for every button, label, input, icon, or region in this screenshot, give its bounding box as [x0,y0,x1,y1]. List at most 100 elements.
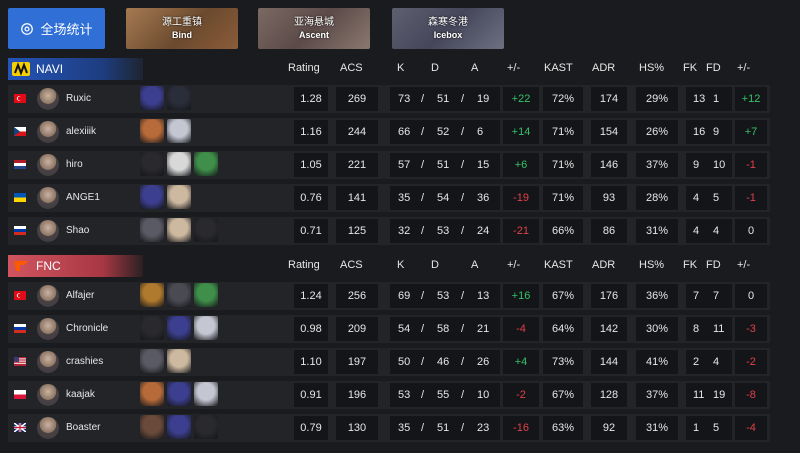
column-header: FD [706,62,721,74]
agent-icon [140,382,164,406]
kda-separator-1: / [421,126,425,138]
hs-cell: 37% [636,383,678,407]
column-header: HS% [639,259,665,271]
rating-cell: 0.79 [294,416,328,440]
adr-cell: 154 [591,120,627,144]
assists-value: 26 [477,356,490,368]
agent-icon [140,119,164,143]
hs-cell: 36% [636,284,678,308]
deaths-value: 46 [437,356,450,368]
column-header: +/- [737,62,751,74]
flag-us-icon [14,357,26,366]
map-tab-icebox[interactable]: 森寒冬港 Icebox [392,8,504,49]
agent-icon [167,283,191,307]
hs-cell: 26% [636,120,678,144]
fk-value: 7 [693,290,700,302]
fk-value: 13 [693,93,706,105]
flag-ru-icon [14,324,26,333]
player-name[interactable]: kaajak [66,389,95,400]
adr-cell: 146 [591,153,627,177]
map-tab-bind[interactable]: 源工重镇 Bind [126,8,238,49]
adr-cell: 174 [591,87,627,111]
agent-icon [167,86,191,110]
player-row: kaajak 0.91 196 53 / 55 / 10 -2 67% 128 37% 11 19 -8 [0,379,800,412]
column-header: ADR [592,62,616,74]
map-tab-en-label: Icebox [433,29,463,40]
fk-value: 1 [693,422,700,434]
kda-cell: 73 / 51 / 19 [390,87,500,111]
plus-minus-cell: -21 [503,219,539,243]
overall-stats-button[interactable]: 全场统计 [8,8,105,49]
player-name[interactable]: Alfajer [66,290,94,301]
agent-icon [140,283,164,307]
column-header: K [397,62,405,74]
agent-list [140,86,191,110]
kast-cell: 66% [543,219,583,243]
kda-separator-1: / [421,323,425,335]
agent-icon [140,316,164,340]
deaths-value: 53 [437,290,450,302]
fk-plus-minus-cell: +7 [735,120,767,144]
fd-value: 5 [713,422,720,434]
plus-minus-cell: +14 [503,120,539,144]
fk-fd-cell: 8 11 [686,317,732,341]
deaths-value: 54 [437,192,450,204]
kda-separator-2: / [461,225,465,237]
kda-separator-2: / [461,422,465,434]
fk-value: 9 [693,159,700,171]
player-name[interactable]: Shao [66,225,89,236]
player-name[interactable]: crashies [66,356,103,367]
avatar [37,417,59,439]
fk-plus-minus-cell: 0 [735,284,767,308]
team-name: NAVI [36,62,64,76]
player-name[interactable]: alexiiik [66,126,96,137]
acs-cell: 209 [336,317,378,341]
fk-fd-cell: 9 10 [686,153,732,177]
player-name[interactable]: ANGE1 [66,192,100,203]
rating-cell: 0.76 [294,186,328,210]
agent-icon [194,415,218,439]
column-header: Rating [288,259,320,271]
hs-cell: 30% [636,317,678,341]
player-row: Alfajer 1.24 256 69/53/13 +16 67% 176 36% 7 7 0 [0,280,800,313]
fd-value: 10 [713,159,726,171]
top-bar: 全场统计 源工重镇 Bind 亚海悬城 Ascent 森寒冬港 Icebox [0,0,800,56]
flag-tr-icon [14,94,26,103]
kda-separator-1: / [421,389,425,401]
acs-cell: 125 [336,219,378,243]
adr-cell: 142 [591,317,627,341]
kast-cell: 71% [543,153,583,177]
assists-value: 23 [477,422,490,434]
plus-minus-cell: -4 [503,317,539,341]
deaths-value: 53 [437,225,450,237]
map-tab-ascent[interactable]: 亚海悬城 Ascent [258,8,370,49]
player-name[interactable]: Ruxic [66,93,91,104]
assists-value: 6 [477,126,484,138]
acs-cell: 197 [336,350,378,374]
team-name: FNC [36,259,61,273]
player-name[interactable]: Chronicle [66,323,108,334]
column-header: ACS [340,62,363,74]
agent-icon [140,185,164,209]
deaths-value: 51 [437,93,450,105]
agent-list [140,119,191,143]
kda-separator-2: / [461,389,465,401]
fk-plus-minus-cell: +12 [735,87,767,111]
kda-separator-1: / [421,225,425,237]
agent-list [140,283,218,307]
hs-cell: 41% [636,350,678,374]
player-name[interactable]: hiro [66,159,83,170]
acs-cell: 130 [336,416,378,440]
kast-cell: 71% [543,120,583,144]
player-row: ANGE1 0.76 141 35/54/36 -19 71% 93 28% 4 5 -1 [0,182,800,215]
kda-cell: 32 / 53 / 24 [390,219,500,243]
column-header: D [431,62,439,74]
acs-cell: 269 [336,87,378,111]
rating-cell: 1.16 [294,120,328,144]
agent-list [140,382,218,406]
player-name[interactable]: Boaster [66,422,100,433]
team-header-navi: NAVI Rating ACS K D A +/- KAST ADR HS% FK FD +/- [0,58,800,80]
fd-value: 4 [713,356,720,368]
kda-separator-2: / [461,126,465,138]
flag-ru-icon [14,226,26,235]
